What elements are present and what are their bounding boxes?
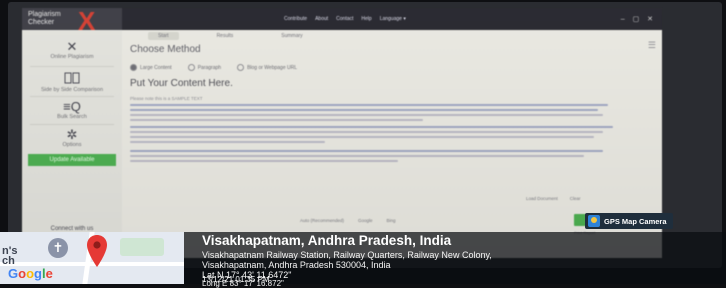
sidebar-item-options[interactable]: ✲ Options [22, 127, 122, 149]
sidebar-divider [30, 124, 114, 125]
search-engine-options: Auto (Recommended) Google Bing [300, 218, 396, 223]
logo-line2: Checker [28, 19, 55, 26]
x-icon: ✕ [66, 39, 78, 54]
sidebar-item-label: Options [62, 142, 82, 148]
radio-icon [187, 64, 195, 71]
gps-map-camera-badge: GPS Map Camera [585, 213, 673, 229]
map-partial-label: n's ch [2, 245, 18, 267]
sidebar: ✕ Online Plagiarism Side by Side Compari… [22, 30, 123, 258]
tab-start[interactable]: Start [148, 32, 179, 40]
main-panel: Start Results Summary ☰ Choose Method La… [122, 30, 662, 258]
map-thumbnail: n's ch ✝ Google [0, 232, 184, 284]
document-actions: Load Document Clear [526, 196, 581, 201]
address-line-2: Visakhapatnam, Andhra Pradesh 530004, In… [202, 260, 391, 270]
logo-line1: Plagiarism [28, 11, 61, 18]
tab-bar: Start Results Summary [148, 32, 313, 40]
nav-language[interactable]: Language ▾ [380, 16, 406, 22]
bulk-search-icon: ≡Q [63, 99, 81, 114]
app-window: Contribute About Contact Help Language ▾… [22, 8, 662, 258]
sidebar-item-online[interactable]: ✕ Online Plagiarism [22, 39, 122, 61]
method-option-url[interactable]: Blog or Webpage URL [237, 64, 297, 71]
nav-contribute[interactable]: Contribute [284, 16, 307, 22]
radio-icon [237, 64, 245, 71]
map-park-area [120, 238, 164, 256]
sidebar-item-bulk-search[interactable]: ≡Q Bulk Search [22, 99, 122, 121]
menu-icon[interactable]: ☰ [648, 40, 656, 51]
method-option-paragraph[interactable]: Paragraph [187, 64, 221, 71]
timestamp: 13/12/21 01:35 PM [202, 275, 270, 284]
tab-summary[interactable]: Summary [271, 32, 312, 40]
sidebar-item-label: Side by Side Comparison [40, 87, 104, 93]
sample-text-label: Please note this is a SAMPLE TEXT [130, 96, 203, 101]
clear-button[interactable]: Clear [570, 196, 581, 201]
sidebar-item-label: Bulk Search [57, 114, 87, 120]
radio-selected-icon [130, 64, 137, 71]
map-pin-icon [86, 234, 108, 268]
sidebar-divider [30, 96, 114, 97]
location-title: Visakhapatnam, Andhra Pradesh, India [202, 233, 452, 248]
tab-results[interactable]: Results [207, 32, 244, 40]
engine-bing[interactable]: Bing [387, 218, 396, 223]
nav-contact[interactable]: Contact [336, 16, 353, 22]
compare-icon [22, 72, 122, 87]
content-paragraph[interactable] [130, 150, 618, 165]
address-line-1: Visakhapatnam Railway Station, Railway Q… [202, 250, 492, 260]
google-logo: Google [8, 266, 53, 281]
content-paragraph[interactable] [130, 104, 618, 124]
update-available-button[interactable]: Update Available [28, 154, 116, 166]
nav-about[interactable]: About [315, 16, 328, 22]
method-option-large[interactable]: Large Content [130, 64, 172, 71]
sidebar-item-compare[interactable]: Side by Side Comparison [22, 72, 122, 93]
load-document-button[interactable]: Load Document [526, 196, 558, 201]
church-icon: ✝ [48, 238, 68, 258]
sidebar-divider [30, 66, 114, 67]
top-nav: Contribute About Contact Help Language ▾ [284, 16, 406, 22]
engine-auto[interactable]: Auto (Recommended) [300, 218, 344, 223]
choose-method-heading: Choose Method [130, 44, 201, 55]
engine-google[interactable]: Google [358, 218, 373, 223]
put-content-heading: Put Your Content Here. [130, 78, 233, 89]
camera-app-icon [588, 215, 600, 227]
sidebar-item-label: Online Plagiarism [50, 54, 94, 60]
content-paragraph[interactable] [130, 126, 618, 146]
gps-badge-label: GPS Map Camera [604, 216, 667, 226]
gear-icon: ✲ [66, 127, 78, 142]
nav-help[interactable]: Help [361, 16, 371, 22]
window-controls[interactable]: – ▢ ✕ [621, 15, 656, 23]
method-options: Large Content Paragraph Blog or Webpage … [130, 64, 297, 71]
